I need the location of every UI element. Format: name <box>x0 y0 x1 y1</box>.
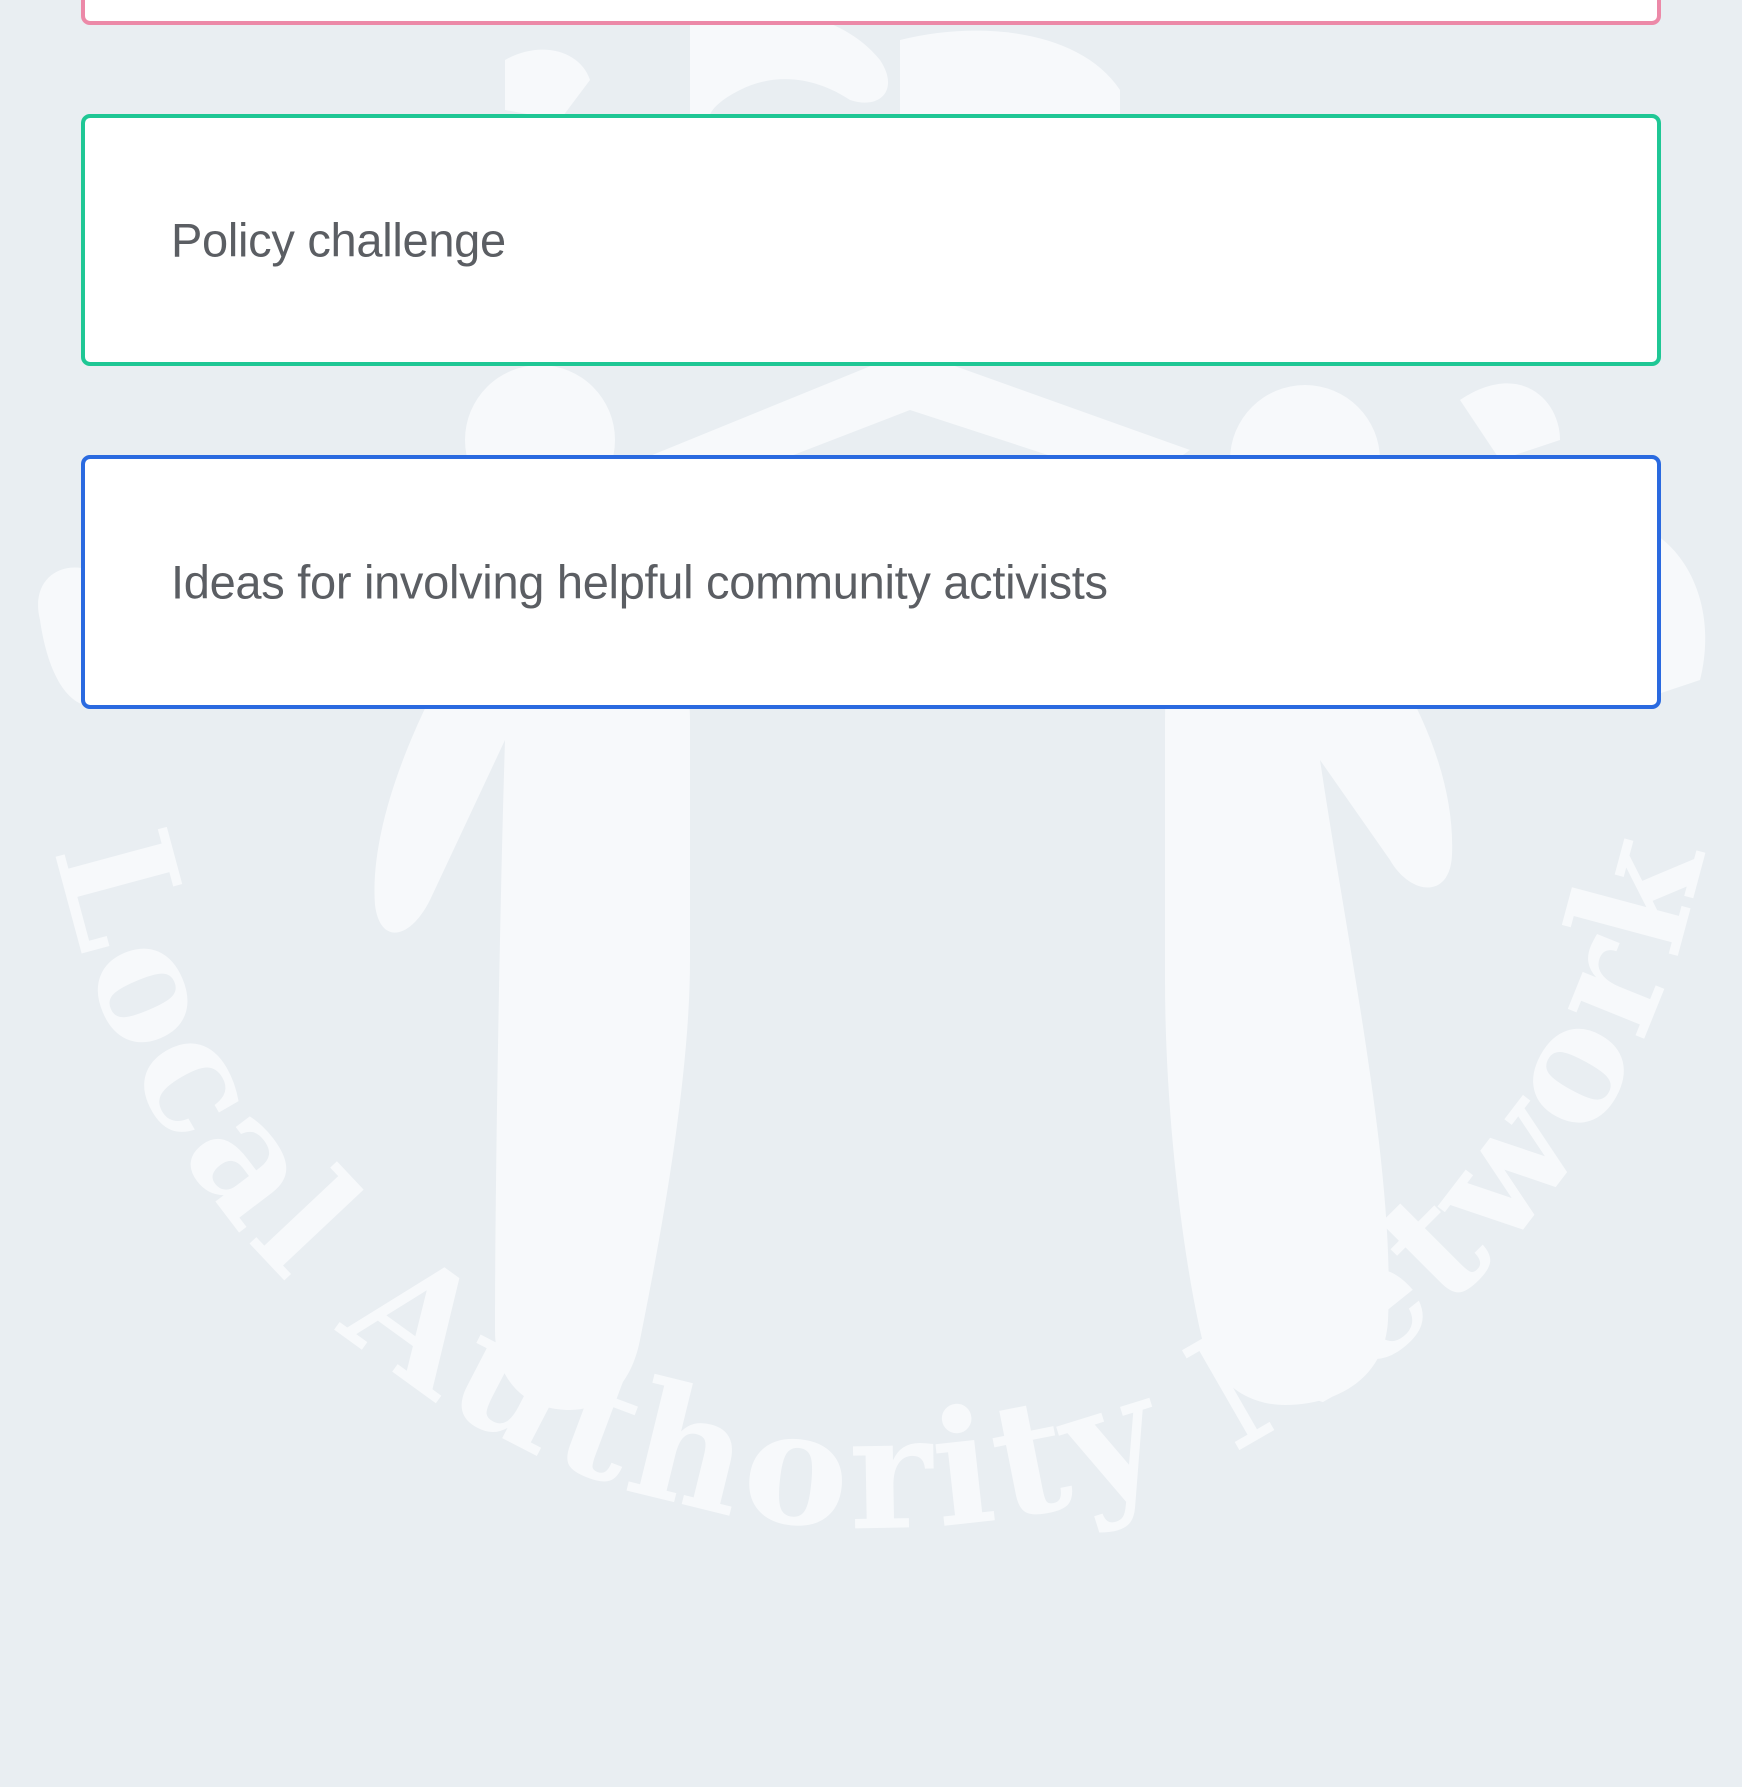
option-card-community-activists[interactable]: Ideas for involving helpful community ac… <box>81 455 1661 709</box>
option-card-label: Policy challenge <box>171 213 506 267</box>
option-card-label: Ideas for involving helpful community ac… <box>171 555 1108 609</box>
watermark-arc-text: Local Authority Network <box>17 811 1742 1566</box>
option-card-pink[interactable] <box>81 0 1661 25</box>
option-card-policy-challenge[interactable]: Policy challenge <box>81 114 1661 366</box>
